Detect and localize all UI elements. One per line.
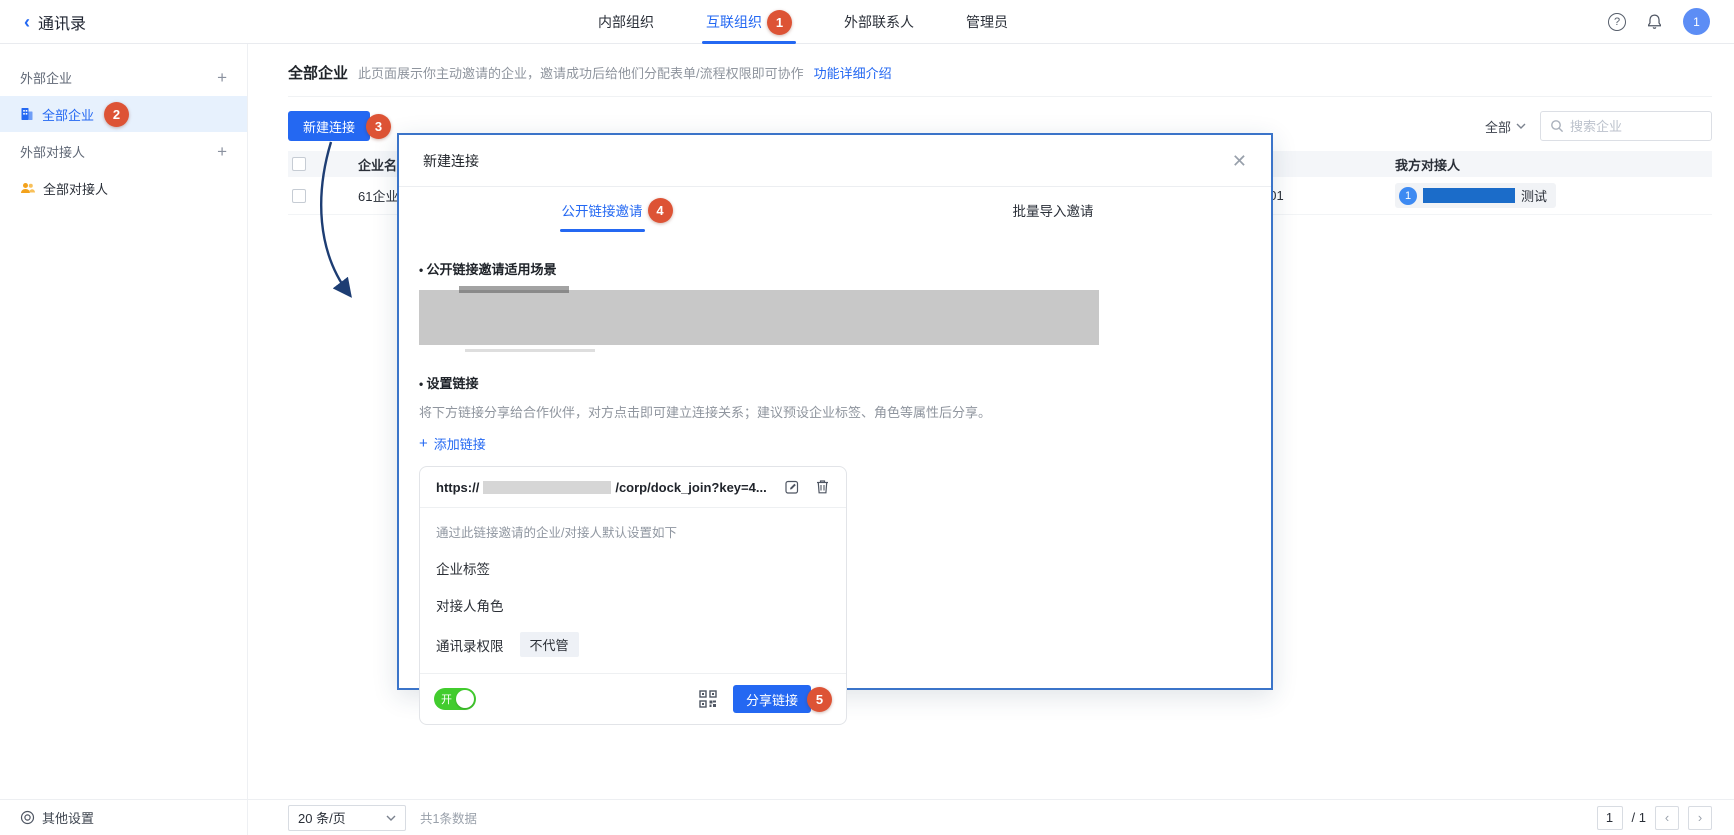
edit-link-icon[interactable] xyxy=(784,479,800,495)
redacted-scene-illustration xyxy=(419,290,1099,345)
feature-intro-link[interactable]: 功能详细介绍 xyxy=(814,63,892,82)
tab-admin[interactable]: 管理员 xyxy=(966,0,1008,44)
back-button[interactable]: ‹ 通讯录 xyxy=(24,10,86,34)
new-connection-modal: 新建连接 ✕ 公开链接邀请 4 批量导入邀请 公开链接邀请适用场景 设置链接 将… xyxy=(397,133,1273,690)
other-settings-label: 其他设置 xyxy=(42,808,94,827)
next-page-button[interactable]: › xyxy=(1688,806,1712,830)
top-header: ‹ 通讯录 内部组织 互联组织 1 外部联系人 管理员 ? 1 xyxy=(0,0,1734,44)
field-addressbook-permission: 通讯录权限 不代管 xyxy=(436,632,830,657)
link-card-footer: 开 分享链接 5 xyxy=(420,673,846,724)
page-subtitle: 此页面展示你主动邀请的企业，邀请成功后给他们分配表单/流程权限即可协作 xyxy=(358,63,804,82)
total-count: 共1条数据 xyxy=(420,808,477,827)
sidebar-item-all-contacts[interactable]: 全部对接人 xyxy=(0,170,247,206)
annotation-badge-5: 5 xyxy=(807,687,832,712)
header-actions: ? 1 xyxy=(1608,8,1710,35)
page-size-select[interactable]: 20 条/页 xyxy=(288,805,406,831)
tab-external-contacts[interactable]: 外部联系人 xyxy=(844,0,914,44)
annotation-badge-3: 3 xyxy=(366,114,391,139)
modal-title: 新建连接 xyxy=(423,151,479,171)
invite-link-card: https:// /corp/dock_join?key=4... 通过此链 xyxy=(419,466,847,725)
scene-heading: 公开链接邀请适用场景 xyxy=(419,259,1251,278)
permission-value-tag: 不代管 xyxy=(520,632,579,657)
help-icon[interactable]: ? xyxy=(1608,13,1626,31)
sidebar-item-label: 全部企业 xyxy=(42,105,94,124)
settings-target-icon xyxy=(20,810,35,825)
plus-icon: + xyxy=(419,436,428,451)
toolbar-right: 全部 xyxy=(1485,111,1712,141)
people-icon xyxy=(20,181,35,195)
bell-icon[interactable] xyxy=(1646,13,1663,30)
field-company-tag: 企业标签 xyxy=(436,558,830,578)
prev-page-button[interactable]: ‹ xyxy=(1655,806,1679,830)
link-enabled-toggle[interactable]: 开 xyxy=(434,688,476,710)
contact-name: 测试 xyxy=(1521,186,1547,205)
search-input[interactable] xyxy=(1570,119,1702,134)
company-icon xyxy=(20,107,34,121)
select-all-checkbox[interactable] xyxy=(292,157,306,171)
current-page-box[interactable]: 1 xyxy=(1597,806,1623,830)
setup-link-heading: 设置链接 xyxy=(419,373,1251,392)
modal-content: 公开链接邀请适用场景 设置链接 将下方链接分享给合作伙伴，对方点击即可建立连接关… xyxy=(399,233,1271,725)
chevron-down-icon xyxy=(386,815,396,821)
annotation-badge-4: 4 xyxy=(648,198,673,223)
field-contact-role: 对接人角色 xyxy=(436,595,830,615)
sidebar-item-all-companies[interactable]: 全部企业 2 xyxy=(0,96,247,132)
back-chevron-icon: ‹ xyxy=(24,13,30,31)
redacted-url-domain xyxy=(483,481,611,494)
page-title-row: 全部企业 此页面展示你主动邀请的企业，邀请成功后给他们分配表单/流程权限即可协作… xyxy=(288,44,1712,83)
row-checkbox[interactable] xyxy=(292,189,306,203)
page-title: 全部企业 xyxy=(288,62,348,83)
link-url-row: https:// /corp/dock_join?key=4... xyxy=(420,467,846,507)
link-card-body: 通过此链接邀请的企业/对接人默认设置如下 企业标签 对接人角色 通讯录权限 不代… xyxy=(420,508,846,673)
qr-code-icon[interactable] xyxy=(699,690,717,708)
tab-connected-org[interactable]: 互联组织 1 xyxy=(706,0,792,44)
chevron-down-icon xyxy=(1516,123,1526,129)
modal-header: 新建连接 ✕ xyxy=(399,135,1271,187)
other-settings-button[interactable]: 其他设置 xyxy=(0,800,248,835)
app-title: 通讯录 xyxy=(38,10,86,34)
search-icon xyxy=(1550,119,1564,133)
sidebar-item-label: 全部对接人 xyxy=(43,179,108,198)
add-external-contact-icon[interactable]: + xyxy=(217,143,227,160)
url-suffix: /corp/dock_join?key=4... xyxy=(615,480,766,495)
filter-dropdown[interactable]: 全部 xyxy=(1485,117,1526,136)
contact-chip: 1 测试 xyxy=(1395,183,1556,208)
app-window: ‹ 通讯录 内部组织 互联组织 1 外部联系人 管理员 ? 1 xyxy=(0,0,1734,835)
contact-avatar: 1 xyxy=(1399,187,1417,205)
delete-link-icon[interactable] xyxy=(815,479,830,495)
pagination-bar: 20 条/页 共1条数据 1 / 1 ‹ › xyxy=(248,800,1734,835)
sidebar-group-external-contacts: 外部对接人 + xyxy=(0,132,247,170)
user-avatar[interactable]: 1 xyxy=(1683,8,1710,35)
page-total-label: / 1 xyxy=(1632,810,1646,825)
pager: 1 / 1 ‹ › xyxy=(1597,806,1712,830)
share-link-button[interactable]: 分享链接 xyxy=(733,685,811,713)
search-box xyxy=(1540,111,1712,141)
modal-tabs: 公开链接邀请 4 批量导入邀请 xyxy=(399,187,1271,233)
redacted-contact-name xyxy=(1423,188,1515,203)
header-tabs: 内部组织 互联组织 1 外部联系人 管理员 xyxy=(598,0,1008,44)
tab-internal-org[interactable]: 内部组织 xyxy=(598,0,654,44)
setup-link-description: 将下方链接分享给合作伙伴，对方点击即可建立连接关系；建议预设企业标签、角色等属性… xyxy=(419,402,1251,421)
sidebar: 外部企业 + 全部企业 2 外部对接人 + 全部对接人 xyxy=(0,44,248,835)
col-our-contact: 我方对接人 xyxy=(1390,155,1712,174)
annotation-badge-2: 2 xyxy=(104,102,129,127)
sidebar-group-external-companies: 外部企业 + xyxy=(0,58,247,96)
tab-batch-import-invite[interactable]: 批量导入邀请 xyxy=(835,187,1271,233)
default-settings-description: 通过此链接邀请的企业/对接人默认设置如下 xyxy=(436,522,830,541)
url-prefix: https:// xyxy=(436,480,479,495)
divider xyxy=(288,96,1712,97)
page-footer: 其他设置 20 条/页 共1条数据 1 / 1 ‹ › xyxy=(0,799,1734,835)
add-external-company-icon[interactable]: + xyxy=(217,69,227,86)
add-link-button[interactable]: + 添加链接 xyxy=(419,434,486,453)
close-icon[interactable]: ✕ xyxy=(1232,152,1247,170)
tab-public-link-invite[interactable]: 公开链接邀请 4 xyxy=(399,187,835,233)
annotation-badge-1: 1 xyxy=(767,10,792,35)
new-connection-button[interactable]: 新建连接 xyxy=(288,111,370,141)
